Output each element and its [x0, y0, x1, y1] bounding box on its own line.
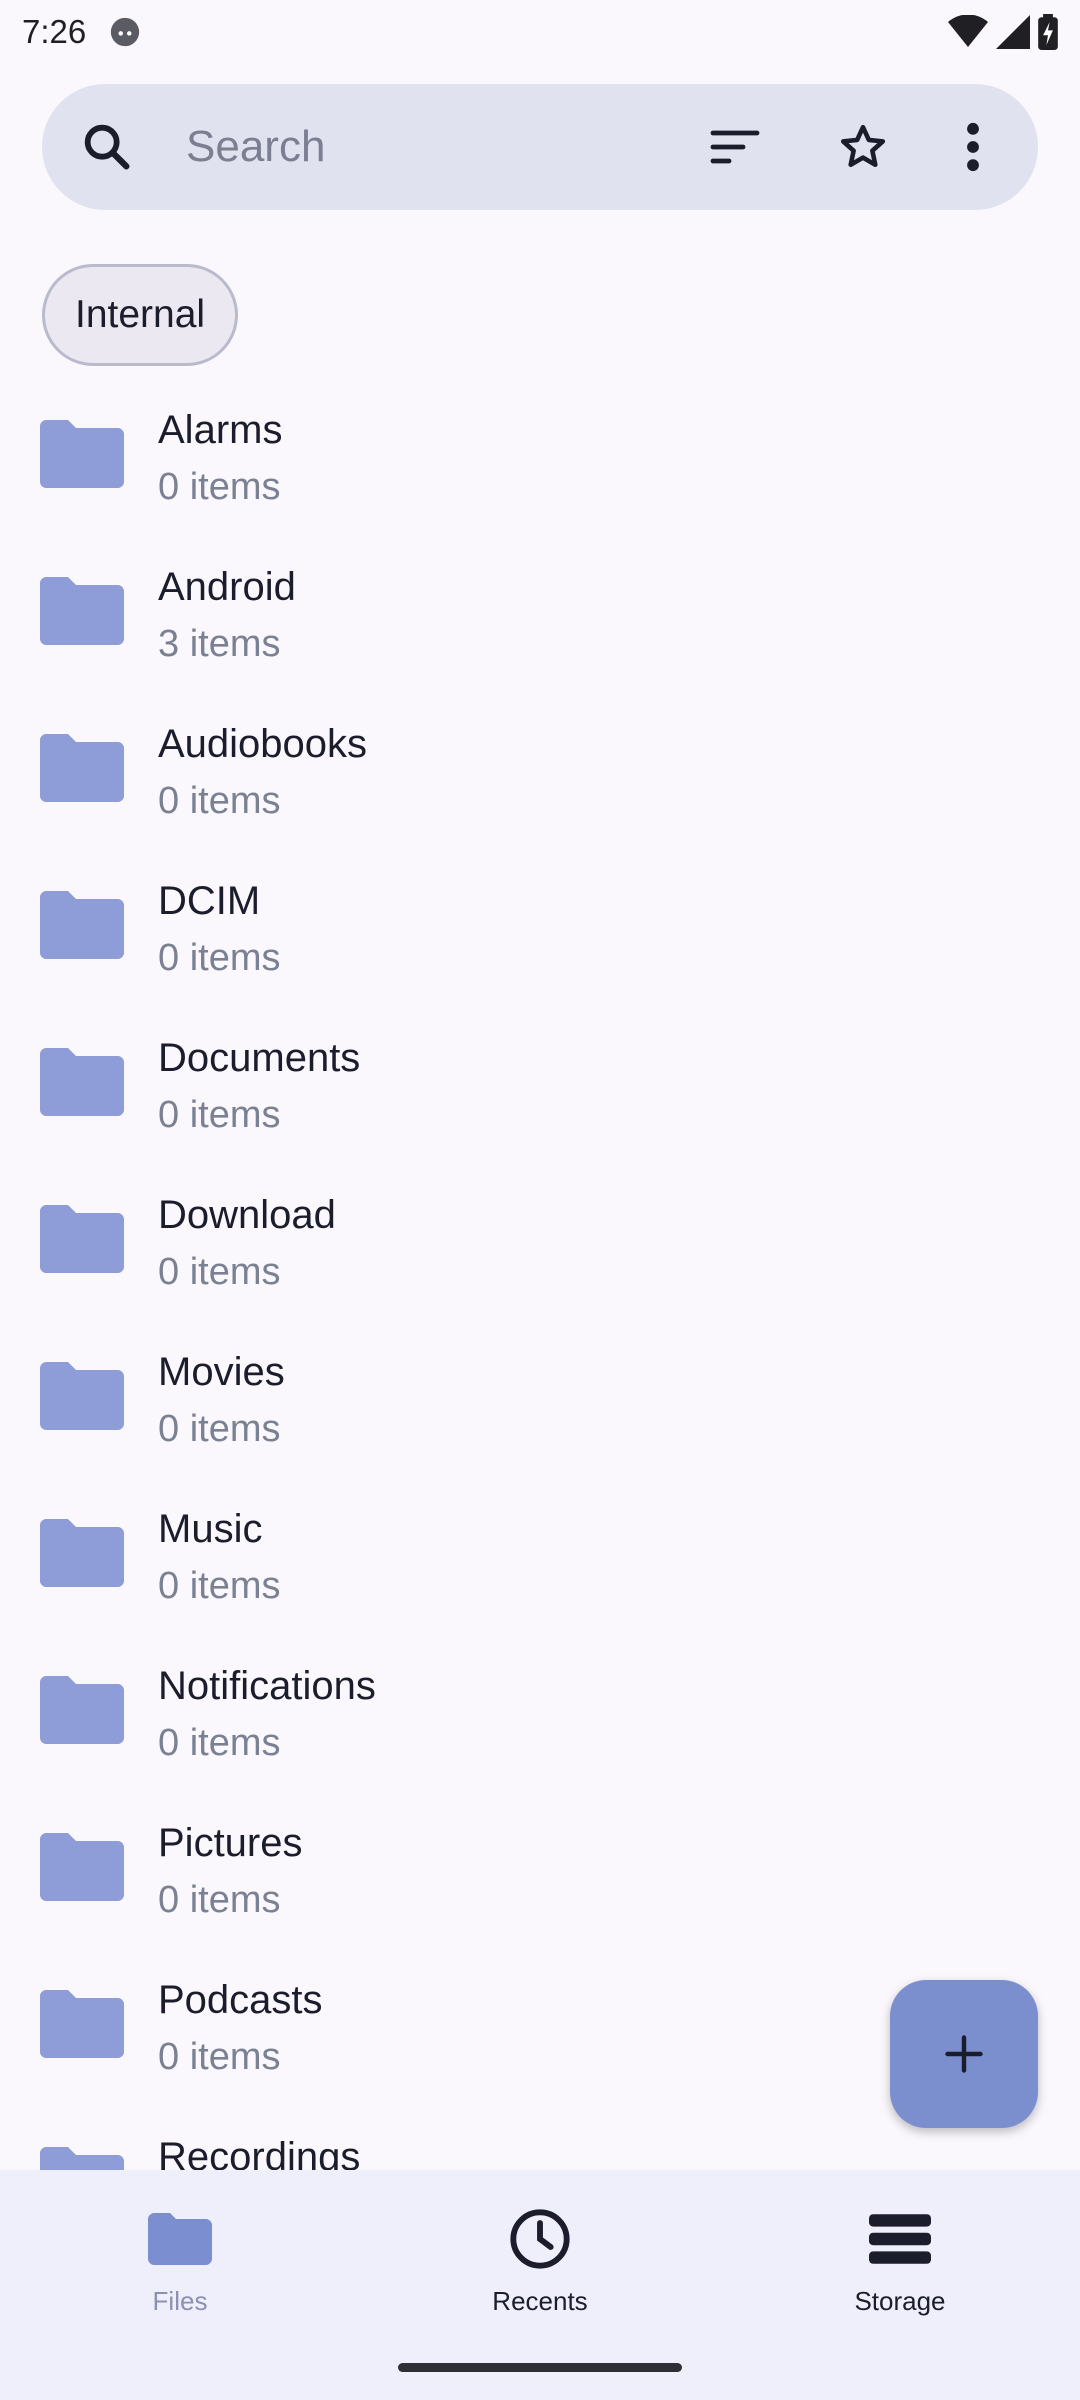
folder-item-count: 0 items	[158, 1251, 281, 1293]
sort-icon	[710, 130, 760, 164]
folder-row[interactable]: Documents 0 items	[0, 1028, 1080, 1185]
notification-icon	[111, 17, 140, 47]
nav-recents-label: Recents	[492, 2286, 588, 2316]
nav-files-label: Files	[152, 2286, 208, 2316]
folder-item-count: 0 items	[158, 466, 281, 508]
folder-name: Recordings	[158, 2135, 361, 2170]
folder-item-count: 0 items	[158, 2036, 281, 2078]
folder-icon	[40, 1990, 124, 2058]
storage-icon	[869, 2214, 931, 2264]
nav-storage-label: Storage	[854, 2286, 946, 2316]
folder-item-count: 0 items	[158, 780, 281, 822]
clock-icon	[510, 2209, 570, 2269]
folder-item-count: 3 items	[158, 623, 281, 665]
folder-icon	[40, 420, 124, 488]
folder-row[interactable]: Recordings	[0, 2127, 1080, 2170]
wifi-icon	[948, 15, 988, 47]
folder-name: Documents	[158, 1036, 361, 1080]
folder-item-count: 0 items	[158, 1722, 281, 1764]
sort-button[interactable]	[706, 118, 764, 176]
folder-list: Alarms 0 items Android 3 items Audiobooks 0 i…	[0, 400, 1080, 2170]
folder-name: Alarms	[158, 408, 283, 452]
folder-item-count: 0 items	[158, 1565, 281, 1607]
folder-row[interactable]: Music 0 items	[0, 1499, 1080, 1656]
nav-files[interactable]: Files	[0, 2170, 360, 2400]
folder-icon	[40, 1048, 124, 1116]
search-bar[interactable]: Search	[42, 84, 1038, 210]
folder-row[interactable]: Movies 0 items	[0, 1342, 1080, 1499]
nav-storage[interactable]: Storage	[720, 2170, 1080, 2400]
folder-icon	[40, 1519, 124, 1587]
folder-icon	[40, 1676, 124, 1744]
signal-icon	[996, 15, 1030, 49]
folder-name: Audiobooks	[158, 722, 368, 766]
folder-icon	[40, 734, 124, 802]
folder-item-count: 0 items	[158, 1879, 281, 1921]
favorites-button[interactable]	[834, 118, 892, 176]
more-options-button[interactable]	[944, 118, 1002, 176]
folder-icon	[40, 1362, 124, 1430]
folder-icon	[148, 2213, 212, 2265]
folder-item-count: 0 items	[158, 1094, 281, 1136]
folder-row[interactable]: Audiobooks 0 items	[0, 714, 1080, 871]
folder-row[interactable]: DCIM 0 items	[0, 871, 1080, 1028]
folder-icon	[40, 1833, 124, 1901]
folder-row[interactable]: Android 3 items	[0, 557, 1080, 714]
folder-icon	[40, 891, 124, 959]
folder-name: Podcasts	[158, 1978, 323, 2022]
search-input[interactable]: Search	[186, 122, 706, 172]
folder-row[interactable]: Download 0 items	[0, 1185, 1080, 1342]
folder-row[interactable]: Notifications 0 items	[0, 1656, 1080, 1813]
folder-name: Music	[158, 1507, 263, 1551]
search-icon[interactable]	[78, 118, 136, 176]
folder-name: DCIM	[158, 879, 261, 923]
more-vert-icon	[967, 122, 979, 172]
folder-icon	[40, 2147, 124, 2170]
folder-name: Notifications	[158, 1664, 376, 1708]
folder-icon	[40, 1205, 124, 1273]
status-time: 7:26	[22, 13, 87, 50]
status-bar: 7:26	[0, 0, 1080, 64]
folder-name: Movies	[158, 1350, 285, 1394]
folder-icon	[40, 577, 124, 645]
folder-row[interactable]: Alarms 0 items	[0, 400, 1080, 557]
home-indicator[interactable]	[398, 2363, 682, 2372]
plus-icon	[945, 2035, 983, 2073]
folder-row[interactable]: Pictures 0 items	[0, 1813, 1080, 1970]
folder-item-count: 0 items	[158, 937, 281, 979]
add-button[interactable]	[890, 1980, 1038, 2128]
battery-icon	[1038, 14, 1058, 50]
folder-name: Download	[158, 1193, 336, 1237]
storage-chip-internal[interactable]: Internal	[42, 264, 239, 366]
folder-name: Pictures	[158, 1821, 303, 1865]
folder-item-count: 0 items	[158, 1408, 281, 1450]
star-icon	[840, 124, 886, 167]
folder-name: Android	[158, 565, 296, 609]
